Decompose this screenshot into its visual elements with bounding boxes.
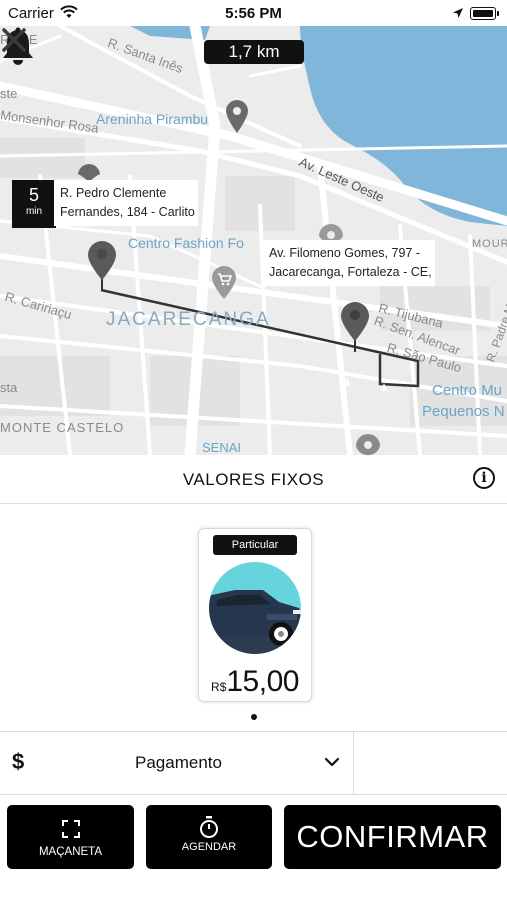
- expand-frame-icon: [62, 820, 80, 838]
- agendar-label: AGENDAR: [181, 841, 237, 853]
- price-display: R$15,00: [199, 665, 311, 699]
- confirm-button[interactable]: CONFIRMAR: [284, 805, 501, 869]
- water-area: [300, 26, 507, 226]
- macaneta-label: MAÇANETA: [38, 846, 103, 858]
- chevron-down-icon[interactable]: [324, 756, 340, 768]
- map-label: sta: [0, 380, 18, 395]
- origin-address-card[interactable]: R. Pedro Clemente Fernandes, 184 - Carli…: [54, 180, 198, 226]
- map-label: Pequenos N: [422, 403, 505, 420]
- shopping-cart-pin-icon[interactable]: [210, 266, 238, 300]
- vehicle-category-tag: Particular: [213, 535, 297, 555]
- destination-pin-icon[interactable]: [340, 301, 370, 353]
- eta-value: 5: [28, 185, 39, 205]
- map-label: MOUR: [472, 238, 507, 250]
- location-arrow-icon: [453, 8, 463, 18]
- district-label: JACARECANGA: [106, 309, 271, 330]
- eta-unit: min: [25, 206, 43, 217]
- distance-badge: 1,7 km: [204, 40, 304, 64]
- car-icon: [209, 562, 301, 654]
- info-icon[interactable]: i: [473, 467, 495, 489]
- page-indicator-dot: [251, 714, 257, 720]
- eta-badge: 5 min: [12, 180, 56, 228]
- map-label: SENAI: [202, 440, 242, 455]
- price-value: 15,00: [226, 665, 299, 698]
- map-view[interactable]: R. Santa Inês RAME ste Monsenhor Rosa Ar…: [0, 26, 507, 455]
- payment-label: Pagamento: [135, 753, 222, 772]
- origin-address-line: R. Pedro Clemente: [60, 186, 167, 200]
- fixed-values-header: VALORES FIXOS i: [0, 455, 507, 504]
- dollar-icon: $: [12, 749, 25, 774]
- section-title: VALORES FIXOS: [182, 470, 325, 489]
- poi-pin-icon[interactable]: [225, 100, 249, 134]
- stopwatch-icon: [200, 816, 218, 838]
- poi-pin-icon: [356, 434, 380, 455]
- origin-address-line: Fernandes, 184 - Carlito: [60, 205, 195, 219]
- agendar-button[interactable]: AGENDAR: [146, 805, 272, 869]
- status-bar: Carrier 5:56 PM: [0, 0, 507, 26]
- price-currency: R$: [211, 680, 227, 694]
- close-icon[interactable]: [0, 26, 28, 54]
- map-label: Centro Mu: [432, 382, 503, 399]
- status-time: 5:56 PM: [225, 5, 282, 22]
- destination-address-line: Jacarecanga, Fortaleza - CE,: [269, 265, 432, 279]
- map-label: Areninha Pirambu: [96, 111, 209, 127]
- origin-pin-icon[interactable]: [87, 240, 117, 292]
- payment-extra-slot[interactable]: [354, 732, 507, 794]
- payment-row[interactable]: $ Pagamento: [0, 731, 507, 795]
- battery-icon: [470, 7, 496, 20]
- destination-address-line: Av. Filomeno Gomes, 797 -: [269, 246, 420, 260]
- destination-address-card[interactable]: Av. Filomeno Gomes, 797 - Jacarecanga, F…: [263, 240, 435, 286]
- battery-tip: [497, 11, 499, 16]
- map-label: Centro Fashion Fo: [128, 235, 244, 251]
- district-label: MONTE CASTELO: [0, 420, 125, 435]
- map-label: ste: [0, 86, 18, 101]
- macaneta-button[interactable]: MAÇANETA: [7, 805, 134, 869]
- vehicle-option-card[interactable]: Particular R$15,00: [198, 528, 312, 702]
